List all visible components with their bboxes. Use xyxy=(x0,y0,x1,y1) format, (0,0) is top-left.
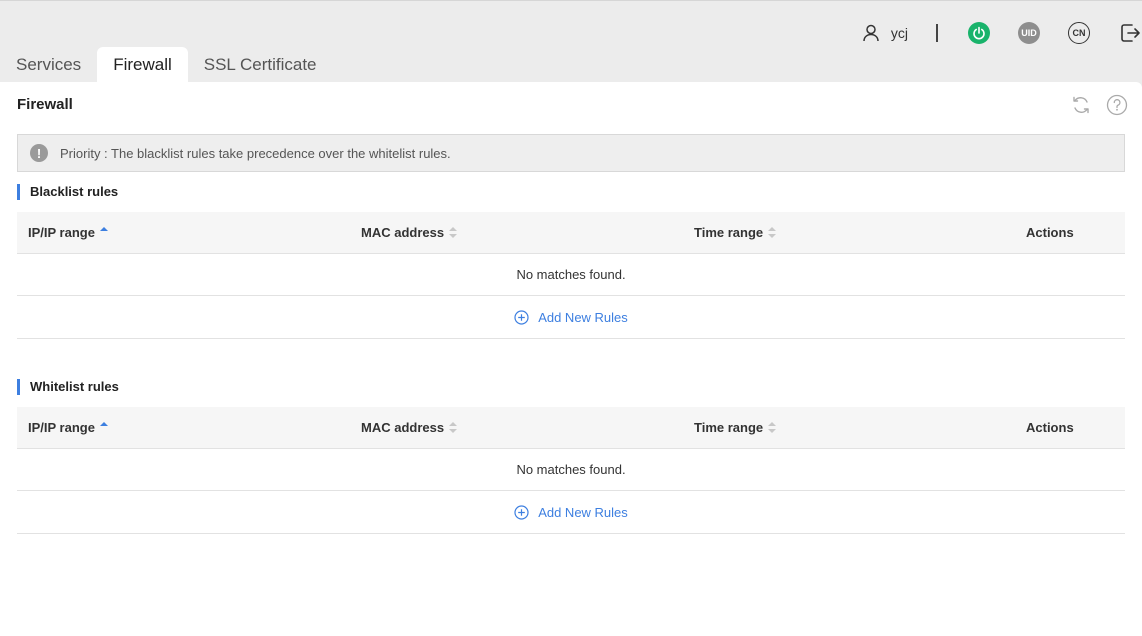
empty-message: No matches found. xyxy=(17,254,1125,296)
logout-icon[interactable] xyxy=(1118,21,1142,45)
blacklist-title: Blacklist rules xyxy=(17,184,118,200)
column-label: Time range xyxy=(694,420,764,435)
column-label: Actions xyxy=(1026,225,1074,240)
add-rule-label: Add New Rules xyxy=(538,309,628,325)
tab-firewall[interactable]: Firewall xyxy=(97,47,188,83)
sort-icon xyxy=(449,422,458,433)
notice-text: Priority : The blacklist rules take prec… xyxy=(60,145,451,161)
add-blacklist-rule-button[interactable]: Add New Rules xyxy=(514,310,628,325)
whitelist-table: IP/IP range MAC address Time range Actio… xyxy=(17,407,1125,534)
column-ip-range[interactable]: IP/IP range xyxy=(28,225,108,240)
column-label: IP/IP range xyxy=(28,420,95,435)
user-toolbar: ycj UID CN xyxy=(861,17,1142,49)
column-time-range[interactable]: Time range xyxy=(694,225,777,240)
sort-asc-icon xyxy=(99,227,108,238)
uid-label: UID xyxy=(1021,28,1037,38)
add-row: Add New Rules xyxy=(17,296,1125,339)
tab-bar: Services Firewall SSL Certificate xyxy=(0,47,333,83)
column-mac-address[interactable]: MAC address xyxy=(361,225,458,240)
tab-ssl-certificate[interactable]: SSL Certificate xyxy=(188,47,333,83)
column-label: Actions xyxy=(1026,420,1074,435)
blacklist-table-header: IP/IP range MAC address Time range Actio… xyxy=(17,212,1125,254)
sort-asc-icon xyxy=(99,422,108,433)
firewall-panel: Firewall ! Priority : The blacklist rule… xyxy=(0,82,1142,636)
empty-message: No matches found. xyxy=(17,449,1125,491)
uid-button[interactable]: UID xyxy=(1018,22,1040,44)
priority-notice: ! Priority : The blacklist rules take pr… xyxy=(17,134,1125,172)
toolbar-divider xyxy=(936,24,938,42)
sort-icon xyxy=(768,422,777,433)
sort-icon xyxy=(449,227,458,238)
column-mac-address[interactable]: MAC address xyxy=(361,420,458,435)
tab-services[interactable]: Services xyxy=(0,47,97,83)
column-label: MAC address xyxy=(361,420,445,435)
column-label: Time range xyxy=(694,225,764,240)
exclamation-icon: ! xyxy=(30,144,48,162)
plus-circle-icon xyxy=(514,309,529,325)
language-button[interactable]: CN xyxy=(1068,22,1090,44)
add-rule-label: Add New Rules xyxy=(538,504,628,520)
page-title: Firewall xyxy=(17,96,73,113)
column-label: IP/IP range xyxy=(28,225,95,240)
add-row: Add New Rules xyxy=(17,491,1125,534)
column-actions: Actions xyxy=(1026,225,1074,240)
username[interactable]: ycj xyxy=(891,25,908,41)
power-icon xyxy=(973,26,985,40)
column-actions: Actions xyxy=(1026,420,1074,435)
refresh-icon[interactable] xyxy=(1070,94,1092,116)
help-icon[interactable] xyxy=(1106,94,1128,116)
user-icon[interactable] xyxy=(861,23,881,43)
top-bar: ycj UID CN Services Firewall SSL Certifi… xyxy=(0,0,1142,83)
power-button[interactable] xyxy=(968,22,990,44)
sort-icon xyxy=(768,227,777,238)
language-label: CN xyxy=(1072,28,1086,38)
column-ip-range[interactable]: IP/IP range xyxy=(28,420,108,435)
column-time-range[interactable]: Time range xyxy=(694,420,777,435)
whitelist-table-header: IP/IP range MAC address Time range Actio… xyxy=(17,407,1125,449)
column-label: MAC address xyxy=(361,225,445,240)
add-whitelist-rule-button[interactable]: Add New Rules xyxy=(514,505,628,520)
whitelist-title: Whitelist rules xyxy=(17,379,119,395)
plus-circle-icon xyxy=(514,504,529,520)
panel-tools xyxy=(1070,94,1128,116)
blacklist-table: IP/IP range MAC address Time range Actio… xyxy=(17,212,1125,339)
